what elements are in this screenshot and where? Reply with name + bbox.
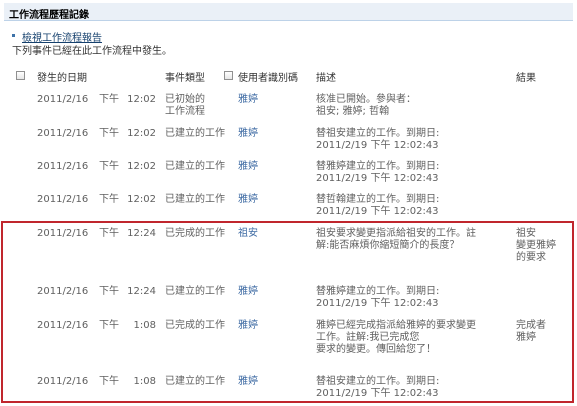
event-date: 2011/2/16: [37, 128, 89, 139]
highlight-box: [1, 221, 574, 403]
column-header-user-id[interactable]: 使用者識別碼: [238, 69, 298, 84]
bullet-icon: [12, 34, 15, 37]
column-header-description[interactable]: 描述: [316, 69, 336, 84]
column-header-date[interactable]: 發生的日期: [37, 69, 87, 84]
intro-text: 下列事件已經在此工作流程中發生。: [12, 46, 172, 57]
user-id-column-checkbox[interactable]: [224, 71, 233, 80]
event-ampm: 下午: [99, 161, 119, 172]
section-title: 工作流程歷程記錄: [9, 10, 89, 21]
event-date: 2011/2/16: [37, 161, 89, 172]
event-time: 12:02: [127, 94, 156, 105]
description-text: 2011/2/19 下午 12:02:43: [316, 206, 439, 217]
user-link[interactable]: 雅婷: [238, 161, 258, 173]
description-text: 2011/2/19 下午 12:02:43: [316, 173, 439, 184]
event-type-text: 工作流程: [165, 106, 205, 117]
column-header-outcome[interactable]: 結果: [516, 69, 536, 84]
event-ampm: 下午: [99, 128, 119, 139]
event-date: 2011/2/16: [37, 94, 89, 105]
user-link[interactable]: 雅婷: [238, 194, 258, 206]
event-time: 12:02: [127, 161, 156, 172]
description-text: 2011/2/19 下午 12:02:43: [316, 140, 439, 151]
user-link[interactable]: 雅婷: [238, 94, 258, 106]
event-type-text: 已建立的工作: [165, 128, 225, 139]
event-type-text: 已初始的: [165, 94, 205, 105]
column-header-event-type[interactable]: 事件類型: [165, 69, 205, 84]
select-all-checkbox[interactable]: [16, 71, 25, 80]
event-time: 12:02: [127, 194, 156, 205]
event-ampm: 下午: [99, 94, 119, 105]
event-ampm: 下午: [99, 194, 119, 205]
description-text: 核准已開始。參與者：: [316, 94, 416, 105]
description-text: 替哲翰建立的工作。到期日:: [316, 194, 440, 205]
event-type-text: 已建立的工作: [165, 194, 225, 205]
description-text: 替祖安建立的工作。到期日:: [316, 128, 440, 139]
description-text: 祖安; 雅婷; 哲翰: [316, 106, 390, 117]
event-date: 2011/2/16: [37, 194, 89, 205]
event-time: 12:02: [127, 128, 156, 139]
user-link[interactable]: 雅婷: [238, 128, 258, 140]
workflow-history-header: 工作流程歷程記錄: [4, 3, 573, 21]
event-type-text: 已建立的工作: [165, 161, 225, 172]
description-text: 替雅婷建立的工作。到期日:: [316, 161, 440, 172]
